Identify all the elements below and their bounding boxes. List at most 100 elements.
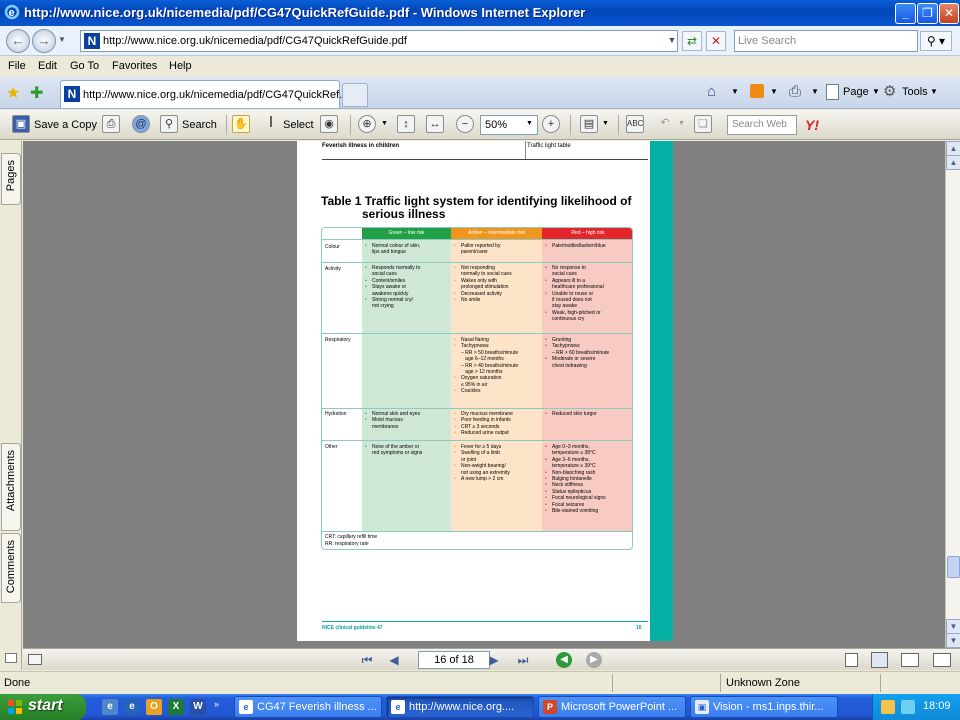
refresh-icon[interactable]: ⇄ xyxy=(682,31,702,51)
forward-button[interactable]: → xyxy=(32,29,56,53)
last-page-icon[interactable]: ⏭ xyxy=(515,652,531,668)
page-layout-icon[interactable]: ▤ xyxy=(580,115,598,133)
tab-active[interactable]: N http://www.nice.org.uk/nicemedia/pdf/C… xyxy=(60,80,348,108)
scroll-down-icon[interactable]: ▼ xyxy=(946,619,960,634)
tray-icon[interactable] xyxy=(881,700,895,714)
single-page-icon[interactable] xyxy=(845,653,858,667)
system-tray: 18:09 xyxy=(872,694,960,720)
menu-file[interactable]: File xyxy=(8,60,26,72)
document-viewport[interactable]: Feverish illness in children Traffic lig… xyxy=(23,141,945,648)
address-field[interactable]: N http://www.nice.org.uk/nicemedia/pdf/C… xyxy=(80,30,678,52)
vertical-scrollbar[interactable]: ▲ ▲ ▼ ▼ xyxy=(945,141,960,648)
scroll-thumb[interactable] xyxy=(947,556,960,578)
menu-go-to[interactable]: Go To xyxy=(70,60,99,72)
bullet-item: None of the amber or red symptoms or sig… xyxy=(364,444,422,457)
select-button[interactable]: Select xyxy=(283,119,314,131)
menu-help[interactable]: Help xyxy=(169,60,192,72)
history-dropdown-icon[interactable]: ▼ xyxy=(58,35,66,44)
quicklaunch-more-icon[interactable]: » xyxy=(214,699,219,709)
scroll-up-icon[interactable]: ▲ xyxy=(946,141,960,156)
scroll-up-small-icon[interactable]: ▲ xyxy=(946,155,960,170)
zoom-level-dropdown-icon[interactable]: ▼ xyxy=(526,120,533,127)
save-copy-icon[interactable]: ▣ xyxy=(12,115,30,133)
add-favorite-icon[interactable]: ✚ xyxy=(30,83,43,103)
previous-view-icon[interactable]: ◀ xyxy=(556,652,572,668)
favorites-star-icon[interactable]: ★ xyxy=(6,83,20,103)
save-copy-button[interactable]: Save a Copy xyxy=(34,119,97,131)
copy-icon[interactable]: ❏ xyxy=(694,115,712,133)
start-button[interactable]: start xyxy=(0,694,86,720)
zoom-tool-dropdown-icon[interactable]: ▼ xyxy=(381,120,388,127)
new-tab-button[interactable] xyxy=(342,83,368,107)
home-dropdown-icon[interactable]: ▼ xyxy=(731,87,739,96)
task-vision[interactable]: ▣ Vision - ms1.inps.thir... xyxy=(690,696,838,718)
hand-tool-icon[interactable]: ✋ xyxy=(232,115,250,133)
yahoo-icon[interactable]: Y! xyxy=(805,117,819,133)
menu-edit[interactable]: Edit xyxy=(38,60,57,72)
task-pdf[interactable]: e CG47 Feverish illness ... xyxy=(234,696,382,718)
close-button[interactable]: ✕ xyxy=(939,3,959,24)
ie-quicklaunch-2-icon[interactable]: e xyxy=(124,699,140,715)
facing-page-icon[interactable] xyxy=(901,653,919,667)
panel-toggle-icon[interactable] xyxy=(28,654,42,665)
word-quicklaunch-icon[interactable]: W xyxy=(190,699,206,715)
nice-favicon-icon: N xyxy=(64,86,80,102)
zoom-in-tool-icon[interactable]: ⊕ xyxy=(358,115,376,133)
panel-options-icon[interactable] xyxy=(5,653,17,663)
bullet-item: Moderate or severe chest indrawing xyxy=(544,356,609,369)
tools-dropdown-icon[interactable]: ▼ xyxy=(930,87,938,96)
continuous-page-icon[interactable] xyxy=(871,652,888,668)
cell-other-amber: Fever for ≥ 5 daysSwelling of a limb or … xyxy=(453,444,510,483)
text-select-icon[interactable]: I xyxy=(262,115,280,133)
task-nice[interactable]: e http://www.nice.org.... xyxy=(386,696,534,718)
stop-icon[interactable]: ✕ xyxy=(706,31,726,51)
fit-width-icon[interactable]: ↔ xyxy=(426,115,444,133)
zoom-in-icon[interactable]: + xyxy=(542,115,560,133)
live-search-input[interactable]: Live Search xyxy=(734,30,918,52)
window-title-bar[interactable]: e http://www.nice.org.uk/nicemedia/pdf/C… xyxy=(0,0,960,26)
zoom-out-icon[interactable]: − xyxy=(456,115,474,133)
maximize-button[interactable]: ❐ xyxy=(917,3,938,24)
continuous-facing-icon[interactable] xyxy=(933,653,951,667)
pages-tab[interactable]: Pages xyxy=(1,153,21,205)
excel-quicklaunch-icon[interactable]: X xyxy=(168,699,184,715)
page-number-field[interactable]: 16 of 18 xyxy=(418,651,490,669)
page-menu[interactable]: Page xyxy=(843,86,869,98)
spell-check-icon[interactable]: ABC xyxy=(626,115,644,133)
binoculars-icon[interactable]: ⚲ xyxy=(160,115,178,133)
search-button[interactable]: Search xyxy=(182,119,217,131)
first-page-icon[interactable]: ⏮ xyxy=(359,652,375,668)
print-icon[interactable]: ⎙ xyxy=(102,115,120,133)
menu-favorites[interactable]: Favorites xyxy=(112,60,157,72)
fit-page-icon[interactable]: ↕ xyxy=(397,115,415,133)
ie-quicklaunch-icon[interactable]: e xyxy=(102,699,118,715)
tray-network-icon[interactable] xyxy=(901,700,915,714)
web-search-input[interactable]: Search Web xyxy=(727,115,797,135)
attachments-tab[interactable]: Attachments xyxy=(1,443,21,531)
print-icon[interactable]: ⎙ xyxy=(789,83,801,100)
tools-menu[interactable]: Tools xyxy=(902,86,928,98)
snapshot-icon[interactable]: ◉ xyxy=(320,115,338,133)
scroll-down-small-icon[interactable]: ▼ xyxy=(946,633,960,648)
comments-tab[interactable]: Comments xyxy=(1,533,21,603)
undo-dropdown-icon[interactable]: ▼ xyxy=(678,120,685,127)
previous-page-icon[interactable]: ◀ xyxy=(386,652,402,668)
next-view-icon[interactable]: ▶ xyxy=(586,652,602,668)
address-dropdown-icon[interactable]: ▼ xyxy=(662,31,682,51)
minimize-button[interactable]: _ xyxy=(895,3,916,24)
home-icon[interactable]: ⌂ xyxy=(707,83,716,100)
next-page-icon[interactable]: ▶ xyxy=(486,652,502,668)
header-left: Feverish illness in children xyxy=(322,143,400,149)
page-layout-dropdown-icon[interactable]: ▼ xyxy=(602,120,609,127)
task-powerpoint[interactable]: P Microsoft PowerPoint ... xyxy=(538,696,686,718)
back-button[interactable]: ← xyxy=(6,29,30,53)
bullet-item: Not responding normally to social cues xyxy=(453,265,512,278)
search-icon[interactable]: ⚲ ▾ xyxy=(920,31,952,51)
print-dropdown-icon[interactable]: ▼ xyxy=(811,87,819,96)
outlook-quicklaunch-icon[interactable]: O xyxy=(146,699,162,715)
undo-icon[interactable]: ↶ xyxy=(656,115,674,133)
feeds-dropdown-icon[interactable]: ▼ xyxy=(770,87,778,96)
feeds-icon[interactable] xyxy=(750,84,764,98)
email-icon[interactable]: @ xyxy=(132,115,150,133)
page-dropdown-icon[interactable]: ▼ xyxy=(872,87,880,96)
